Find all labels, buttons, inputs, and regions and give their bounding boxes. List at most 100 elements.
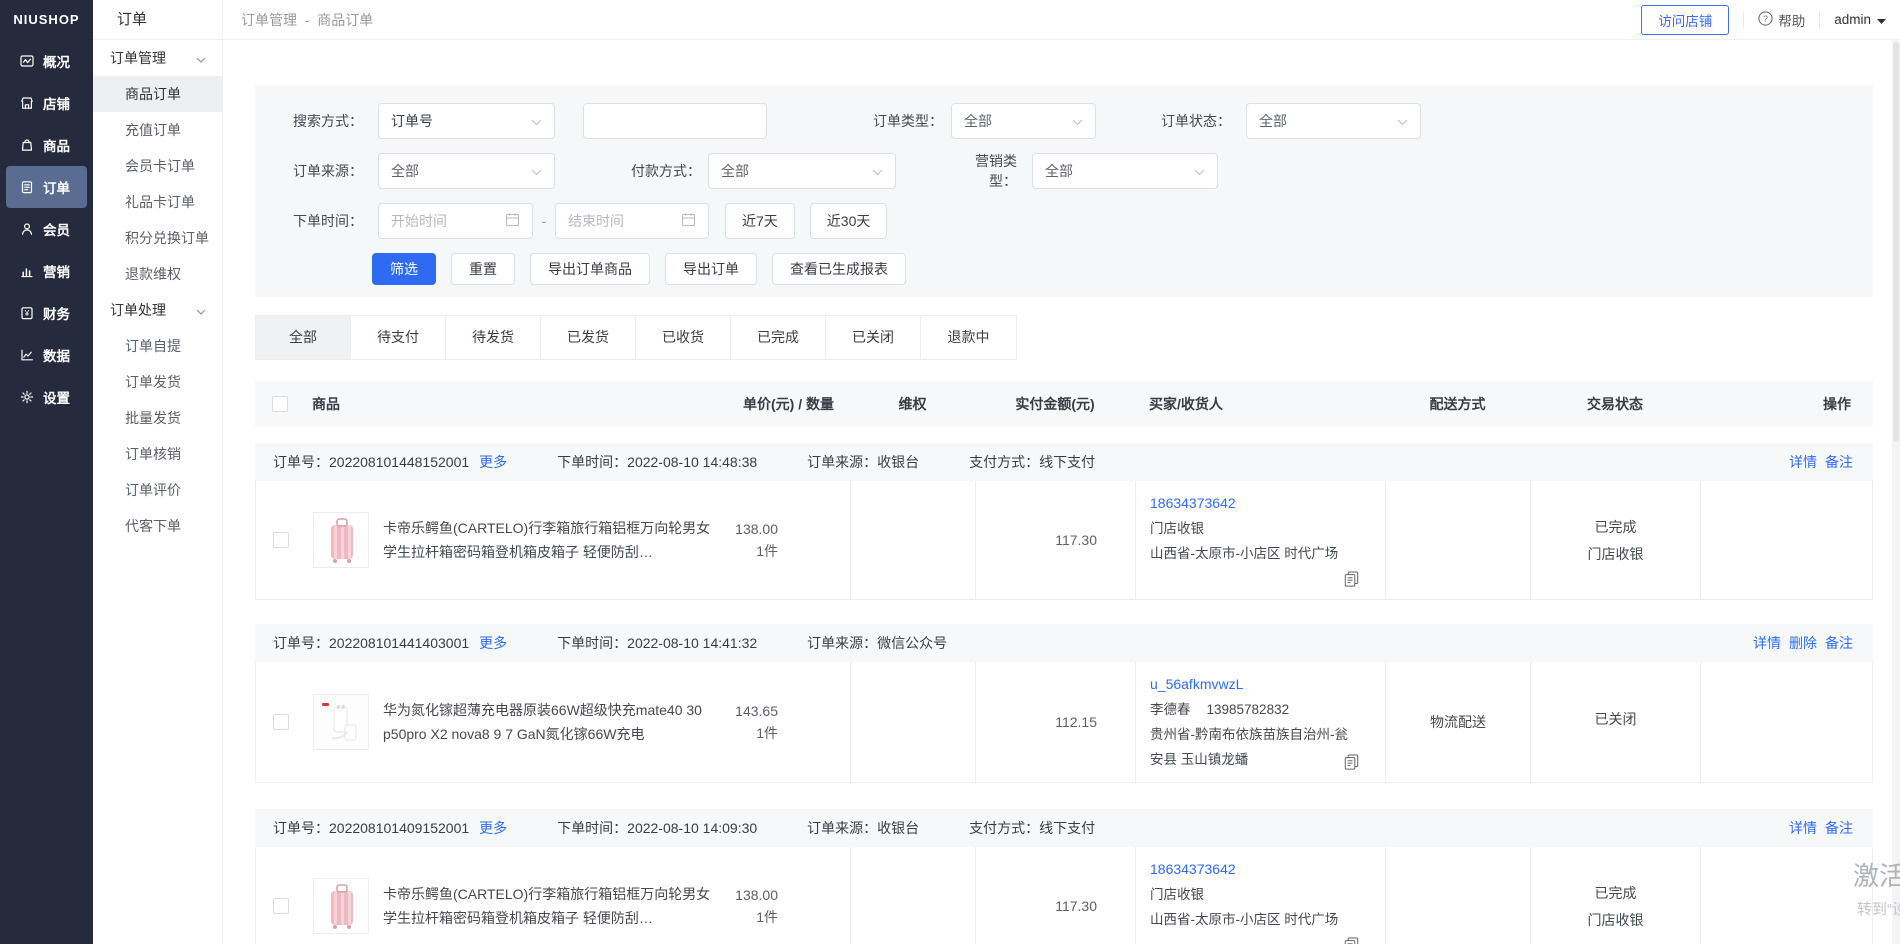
- menu-item-goods-orders[interactable]: 商品订单: [93, 76, 222, 112]
- column-refund: 维权: [850, 394, 975, 414]
- last-7-days-button[interactable]: 近7天: [725, 203, 795, 239]
- product-price-qty: 138.00 1件: [735, 884, 850, 928]
- search-input[interactable]: [583, 103, 767, 139]
- chevron-down-icon: [531, 163, 542, 179]
- pay-type-label: 付款方式：: [622, 161, 701, 181]
- select-all-checkbox[interactable]: [272, 396, 288, 412]
- export-order-goods-button[interactable]: 导出订单商品: [530, 253, 650, 285]
- scrollbar-thumb[interactable]: [1893, 42, 1899, 442]
- end-date-picker[interactable]: 结束时间: [555, 203, 709, 239]
- nav-item-overview[interactable]: 概况: [6, 40, 87, 82]
- status-line-1: 已关闭: [1595, 709, 1637, 729]
- menu-item-points-orders[interactable]: 积分兑换订单: [93, 220, 222, 256]
- cell-refund: [851, 847, 976, 944]
- detail-link[interactable]: 详情: [1753, 633, 1781, 653]
- cell-product: 华为氮化镓超薄充电器原装66W超级快充mate40 30 p50pro X2 n…: [256, 662, 851, 782]
- order-no-label: 订单号：: [273, 452, 329, 472]
- tab-refunding[interactable]: 退款中: [921, 316, 1016, 359]
- order-time-label: 下单时间：: [557, 818, 627, 838]
- tab-pending-payment[interactable]: 待支付: [351, 316, 446, 359]
- order-time-label: 下单时间：: [255, 211, 363, 231]
- row-checkbox[interactable]: [273, 898, 289, 914]
- copy-address-icon[interactable]: [1344, 754, 1359, 770]
- tab-received[interactable]: 已收货: [636, 316, 731, 359]
- orders-icon: [19, 179, 35, 195]
- nav-item-orders[interactable]: 订单: [6, 166, 87, 208]
- cell-action: [1701, 662, 1872, 782]
- copy-address-icon[interactable]: [1344, 937, 1359, 944]
- last-30-days-button[interactable]: 近30天: [810, 203, 888, 239]
- menu-group-order-management[interactable]: 订单管理: [93, 40, 222, 76]
- order-source-select[interactable]: 全部: [378, 153, 555, 189]
- tab-closed[interactable]: 已关闭: [826, 316, 921, 359]
- product-price: 143.65: [735, 700, 778, 722]
- menu-group-order-processing[interactable]: 订单处理: [93, 292, 222, 328]
- detail-link[interactable]: 详情: [1789, 452, 1817, 472]
- nav-item-settings[interactable]: 设置: [6, 376, 87, 418]
- tab-completed[interactable]: 已完成: [731, 316, 826, 359]
- menu-item-batch-delivery[interactable]: 批量发货: [93, 400, 222, 436]
- nav-item-members[interactable]: 会员: [6, 208, 87, 250]
- nav-item-marketing[interactable]: 营销: [6, 250, 87, 292]
- order-source: 收银台: [877, 818, 919, 838]
- menu-item-refund[interactable]: 退款维权: [93, 256, 222, 292]
- remark-link[interactable]: 备注: [1825, 633, 1853, 653]
- column-action: 操作: [1700, 394, 1873, 414]
- caret-down-icon: [1877, 12, 1886, 27]
- buyer-account-link[interactable]: u_56afkmvwzL: [1150, 676, 1385, 692]
- row-checkbox[interactable]: [273, 714, 289, 730]
- more-link[interactable]: 更多: [479, 633, 507, 653]
- marketing-type-select[interactable]: 全部: [1032, 153, 1218, 189]
- overview-icon: [19, 53, 35, 69]
- order-type-select[interactable]: 全部: [951, 103, 1096, 139]
- buyer-address: 山西省-太原市-小店区 时代广场: [1150, 541, 1355, 566]
- menu-item-proxy-order[interactable]: 代客下单: [93, 508, 222, 544]
- filter-button[interactable]: 筛选: [372, 253, 436, 285]
- buyer-account-link[interactable]: 18634373642: [1150, 861, 1385, 877]
- menu-item-self-pickup[interactable]: 订单自提: [93, 328, 222, 364]
- nav-item-label: 概况: [43, 51, 70, 71]
- nav-item-shop[interactable]: 店铺: [6, 82, 87, 124]
- help-button[interactable]: ? 帮助: [1758, 10, 1805, 30]
- cell-product: 卡帝乐鳄鱼(CARTELO)行李箱旅行箱铝框万向轮男女学生拉杆箱密码箱登机箱皮箱…: [256, 847, 851, 944]
- search-type-select[interactable]: 订单号: [378, 103, 555, 139]
- view-reports-button[interactable]: 查看已生成报表: [772, 253, 906, 285]
- buyer-account-link[interactable]: 18634373642: [1150, 495, 1385, 511]
- menu-item-verification[interactable]: 订单核销: [93, 436, 222, 472]
- menu-item-membercard-orders[interactable]: 会员卡订单: [93, 148, 222, 184]
- chevron-down-icon: [1194, 163, 1205, 179]
- menu-item-giftcard-orders[interactable]: 礼品卡订单: [93, 184, 222, 220]
- pay-type-select[interactable]: 全部: [708, 153, 896, 189]
- user-menu[interactable]: admin: [1834, 12, 1886, 27]
- reset-button[interactable]: 重置: [451, 253, 515, 285]
- remark-link[interactable]: 备注: [1825, 818, 1853, 838]
- order-status-select[interactable]: 全部: [1246, 103, 1421, 139]
- nav-item-goods[interactable]: 商品: [6, 124, 87, 166]
- detail-link[interactable]: 详情: [1789, 818, 1817, 838]
- svg-text:¥: ¥: [24, 309, 30, 318]
- delete-link[interactable]: 删除: [1789, 633, 1817, 653]
- cell-amount: 117.30: [976, 481, 1136, 599]
- tab-shipped[interactable]: 已发货: [541, 316, 636, 359]
- tab-all[interactable]: 全部: [256, 316, 351, 359]
- menu-item-delivery[interactable]: 订单发货: [93, 364, 222, 400]
- start-date-picker[interactable]: 开始时间: [378, 203, 533, 239]
- menu-item-evaluation[interactable]: 订单评价: [93, 472, 222, 508]
- menu-item-recharge-orders[interactable]: 充值订单: [93, 112, 222, 148]
- nav-item-finance[interactable]: ¥ 财务: [6, 292, 87, 334]
- order-time-label: 下单时间：: [557, 633, 627, 653]
- cell-product: 卡帝乐鳄鱼(CARTELO)行李箱旅行箱铝框万向轮男女学生拉杆箱密码箱登机箱皮箱…: [256, 481, 851, 599]
- more-link[interactable]: 更多: [479, 818, 507, 838]
- export-orders-button[interactable]: 导出订单: [665, 253, 757, 285]
- tab-pending-shipment[interactable]: 待发货: [446, 316, 541, 359]
- row-checkbox[interactable]: [273, 532, 289, 548]
- shop-icon: [19, 95, 35, 111]
- visit-shop-button[interactable]: 访问店铺: [1641, 5, 1729, 35]
- nav-item-data[interactable]: 数据: [6, 334, 87, 376]
- order-row: 卡帝乐鳄鱼(CARTELO)行李箱旅行箱铝框万向轮男女学生拉杆箱密码箱登机箱皮箱…: [255, 847, 1873, 944]
- more-link[interactable]: 更多: [479, 452, 507, 472]
- remark-link[interactable]: 备注: [1825, 452, 1853, 472]
- product-price-qty: 138.00 1件: [735, 518, 850, 562]
- nav-item-label: 财务: [43, 303, 70, 323]
- copy-address-icon[interactable]: [1344, 571, 1359, 587]
